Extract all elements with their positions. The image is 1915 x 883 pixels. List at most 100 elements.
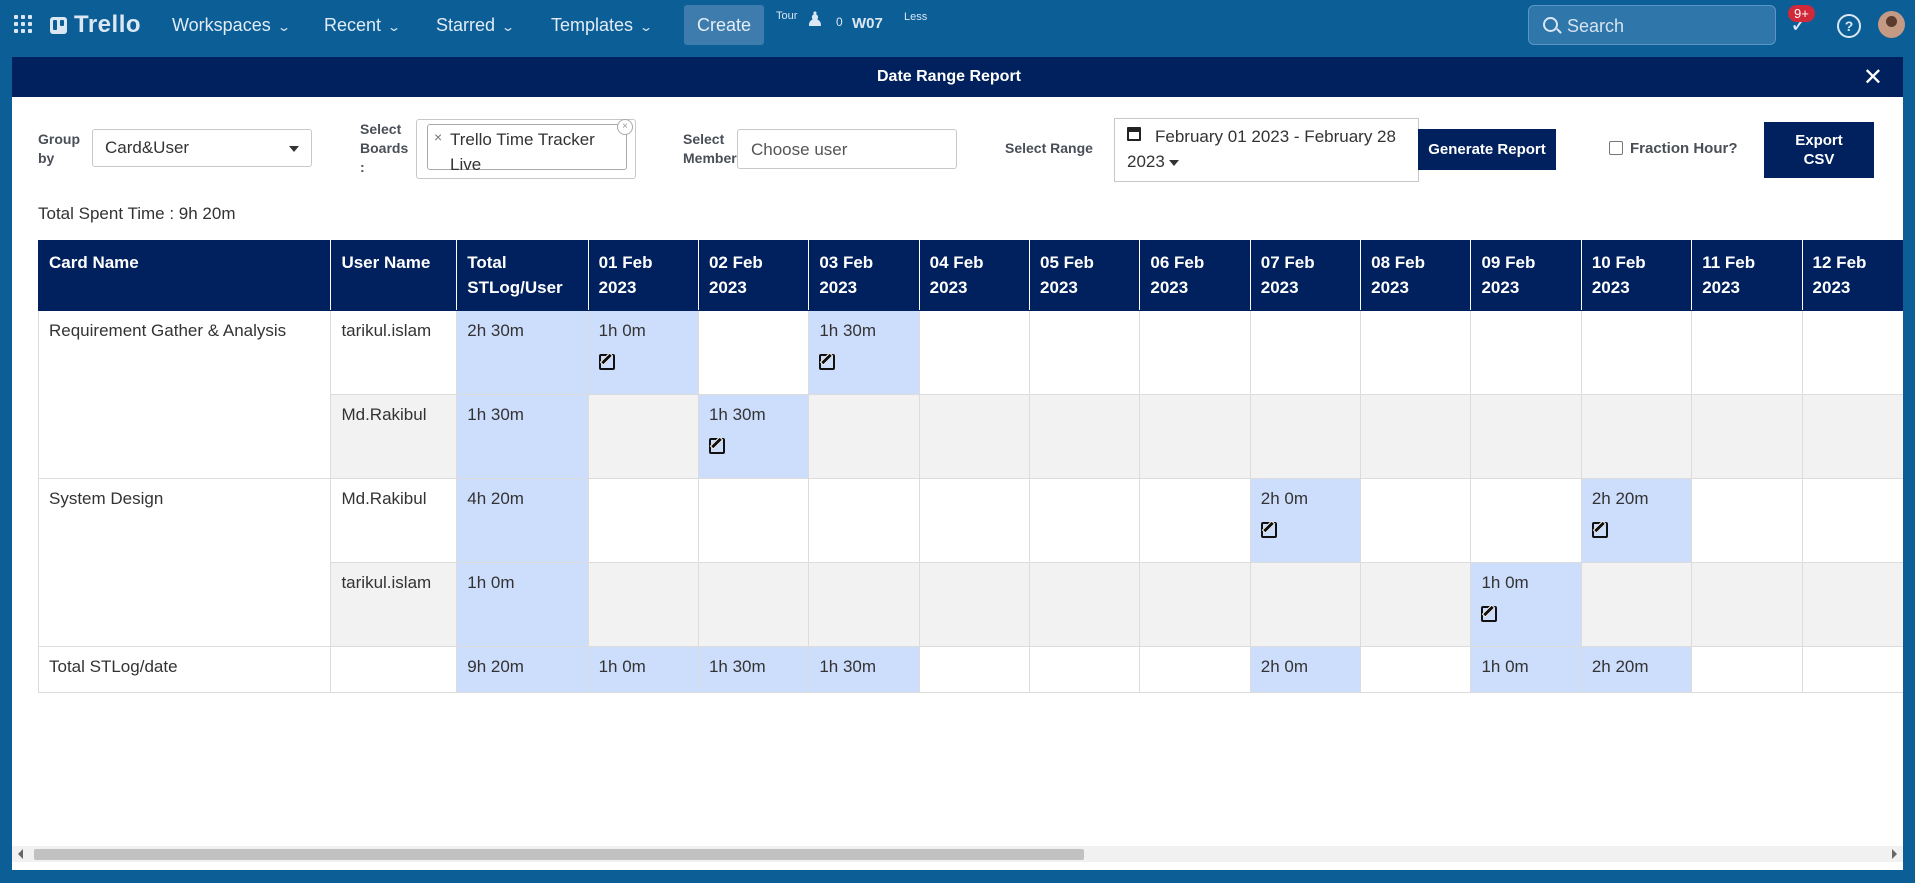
time-value: 1h 30m	[819, 321, 877, 340]
day-cell	[1691, 478, 1803, 563]
member-input[interactable]	[737, 129, 957, 169]
day-total-cell: 1h 30m	[697, 646, 810, 693]
export-csv-label: Export CSV	[1795, 132, 1843, 168]
tour-link[interactable]: Tour	[776, 10, 797, 22]
boards-multiselect[interactable]: × Trello Time Tracker Live ×	[416, 119, 636, 179]
time-value: 1h 0m	[598, 321, 646, 340]
fraction-hour-checkbox[interactable]	[1609, 141, 1623, 155]
column-header: 04 Feb 2023	[918, 240, 1031, 311]
day-cell[interactable]: 1h 30m	[808, 310, 920, 395]
totals-blank-cell	[330, 646, 458, 693]
totals-row: Total STLog/date 9h 20m 1h 0m 1h 30m 1h 30m 2…	[38, 646, 1903, 693]
user-total-cell: 1h 30m	[456, 394, 589, 479]
day-cell	[1029, 562, 1141, 647]
day-cell	[1249, 562, 1362, 647]
day-cell	[1139, 394, 1251, 479]
time-value: 2h 0m	[1260, 489, 1308, 508]
edit-icon[interactable]	[1591, 522, 1608, 538]
day-cell[interactable]: 1h 30m	[697, 394, 810, 479]
day-cell	[587, 562, 699, 647]
scroll-left-icon[interactable]	[18, 849, 23, 859]
day-cell[interactable]: 2h 0m	[1249, 478, 1362, 563]
chevron-down-icon: ⌄	[501, 20, 516, 34]
day-cell	[1801, 310, 1903, 395]
week-label: W07	[852, 15, 883, 32]
day-cell	[587, 478, 699, 563]
board-tag: × Trello Time Tracker Live	[427, 124, 627, 174]
day-cell	[808, 562, 920, 647]
day-total-cell	[1029, 646, 1141, 693]
table-header-row: Card Name User Name Total STLog/User 01 Feb…	[38, 240, 1903, 311]
user-name-cell: tarikul.islam	[330, 310, 458, 395]
column-header: 02 Feb 2023	[697, 240, 810, 311]
scroll-thumb[interactable]	[34, 849, 1084, 860]
day-cell	[1580, 562, 1693, 647]
select-member-label: Select Member	[683, 131, 737, 166]
less-toggle[interactable]: Less	[904, 11, 927, 23]
trello-logo[interactable]: Trello	[50, 11, 141, 39]
workspaces-menu[interactable]: Workspaces ⌄	[172, 0, 291, 50]
edit-icon[interactable]	[1260, 522, 1277, 538]
edit-icon[interactable]	[708, 438, 725, 454]
workspaces-label: Workspaces	[172, 15, 271, 35]
day-cell	[1691, 394, 1803, 479]
search-placeholder: Search	[1567, 16, 1625, 36]
edit-icon[interactable]	[1481, 606, 1498, 622]
table-row: Requirement Gather & Analysis tarikul.isl…	[38, 310, 1903, 479]
day-cell[interactable]: 1h 0m	[587, 310, 699, 395]
select-boards-label: Select Boards :	[360, 121, 409, 175]
day-cell	[1249, 394, 1362, 479]
day-cell	[1249, 310, 1362, 395]
group-by-label: Group by	[38, 131, 80, 166]
person-icon[interactable]: ♟	[806, 7, 824, 32]
clear-all-icon[interactable]: ×	[617, 119, 633, 135]
chevron-down-icon: ⌄	[387, 20, 402, 34]
day-cell[interactable]: 2h 20m	[1580, 478, 1693, 563]
column-header: 11 Feb 2023	[1691, 240, 1803, 311]
member-field[interactable]	[749, 139, 943, 161]
recent-menu[interactable]: Recent ⌄	[324, 0, 402, 50]
time-value: 1h 30m	[708, 405, 766, 424]
day-cell[interactable]: 1h 0m	[1470, 562, 1582, 647]
day-cell	[697, 562, 810, 647]
column-header: Card Name	[38, 240, 332, 311]
close-icon[interactable]: ✕	[1863, 63, 1883, 92]
board-tag-label: Trello Time Tracker Live	[450, 130, 595, 174]
time-value: 2h 20m	[1591, 489, 1649, 508]
generate-report-button[interactable]: Generate Report	[1418, 129, 1556, 170]
day-total-cell: 1h 0m	[587, 646, 699, 693]
avatar[interactable]	[1878, 11, 1905, 38]
templates-menu[interactable]: Templates ⌄	[551, 0, 653, 50]
day-cell	[1580, 394, 1693, 479]
create-button[interactable]: Create	[684, 5, 764, 45]
help-icon[interactable]: ?	[1837, 14, 1861, 38]
starred-menu[interactable]: Starred ⌄	[436, 0, 516, 50]
report-table-container[interactable]: Card Name User Name Total STLog/User 01 Feb…	[38, 240, 1903, 758]
time-value: 1h 0m	[1481, 573, 1529, 592]
date-range-value: February 01 2023 - February 28 2023	[1127, 127, 1396, 171]
column-header: 08 Feb 2023	[1360, 240, 1472, 311]
export-csv-button[interactable]: Export CSV	[1764, 122, 1874, 178]
day-cell	[808, 478, 920, 563]
day-cell	[1360, 478, 1472, 563]
day-cell	[1801, 562, 1903, 647]
date-range-report-modal: Date Range Report ✕ Group by Card&User S…	[12, 57, 1903, 870]
remove-tag-icon[interactable]: ×	[434, 129, 442, 145]
edit-icon[interactable]	[819, 354, 836, 370]
group-by-select[interactable]: Card&User	[92, 129, 312, 167]
date-range-picker[interactable]: February 01 2023 - February 28 2023	[1114, 118, 1419, 182]
card-name-cell: Requirement Gather & Analysis	[38, 310, 332, 479]
day-cell	[1691, 562, 1803, 647]
search-input[interactable]: Search	[1528, 5, 1776, 45]
day-cell	[1470, 394, 1582, 479]
day-cell	[918, 562, 1031, 647]
scroll-right-icon[interactable]	[1892, 849, 1897, 859]
day-cell	[1139, 310, 1251, 395]
horizontal-scrollbar[interactable]	[12, 846, 1903, 862]
day-cell	[1470, 310, 1582, 395]
user-total-cell: 2h 30m	[456, 310, 589, 395]
apps-grid-icon[interactable]	[14, 15, 32, 33]
top-nav: Trello Workspaces ⌄ Recent ⌄ Starred ⌄ Temp…	[0, 0, 1915, 50]
day-cell	[1470, 478, 1582, 563]
edit-icon[interactable]	[598, 354, 615, 370]
